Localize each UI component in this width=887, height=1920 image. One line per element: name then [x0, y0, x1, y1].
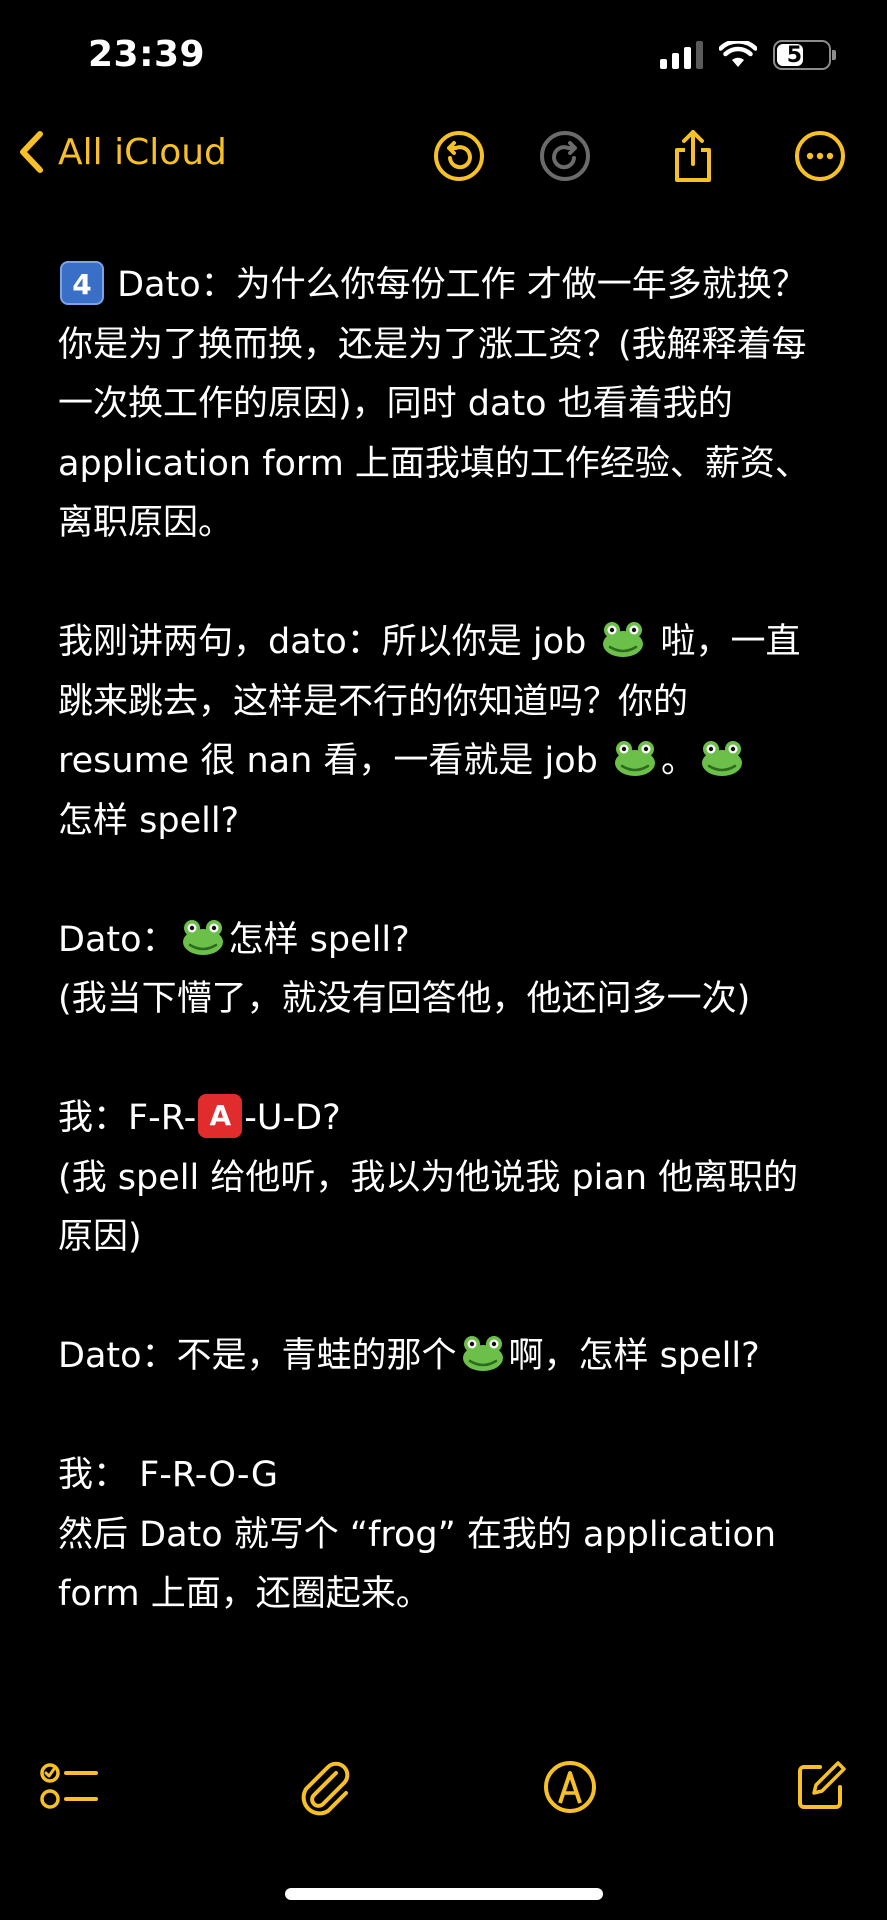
- paragraph-6: 我： F-R-O-G 然后 Dato 就写个 “frog” 在我的 applica…: [58, 1446, 828, 1625]
- battery-icon: 51: [773, 40, 836, 70]
- markup-icon: [544, 1761, 596, 1813]
- markup-button[interactable]: [538, 1755, 602, 1819]
- undo-button[interactable]: [431, 128, 487, 184]
- paragraph-3-part-c: (我当下懵了，就没有回答他，他还问多一次): [58, 979, 751, 1019]
- status-icons: 51: [660, 40, 836, 70]
- redo-icon: [540, 131, 590, 181]
- attachment-button[interactable]: [292, 1755, 356, 1819]
- a-button-icon: A: [198, 1094, 243, 1138]
- paperclip-icon: [301, 1761, 350, 1816]
- battery-level: 51: [786, 42, 818, 68]
- compose-button[interactable]: [788, 1755, 852, 1819]
- paragraph-1: 4 Dato：为什么你每份工作 才做一年多就换？你是为了换而换，还是为了涨工资？…: [58, 256, 828, 554]
- paragraph-2-part-d: 怎样 spell?: [58, 800, 240, 841]
- paragraph-5-part-a: Dato：不是，青蛙的那个: [58, 1336, 457, 1376]
- paragraph-4-part-c: (我 spell 给他听，我以为他说我 pian 他离职的原因): [58, 1157, 799, 1258]
- paragraph-5-part-b: 啊，怎样 spell?: [508, 1336, 760, 1376]
- paragraph-5: Dato：不是，青蛙的那个 啊，怎样 spell?: [58, 1327, 828, 1387]
- paragraph-2: 我刚讲两句，dato：所以你是 job 啦，一直跳来跳去，这样是不行的你知道吗？…: [58, 613, 828, 851]
- status-time: 23:39: [88, 34, 206, 75]
- frog-icon: [702, 741, 743, 776]
- frog-icon: [182, 919, 223, 955]
- back-label: All iCloud: [58, 131, 227, 173]
- paragraph-4-part-a: 我：F-R-: [58, 1098, 197, 1138]
- bottom-toolbar: [0, 1755, 887, 1835]
- nav-bar: All iCloud: [0, 120, 887, 200]
- paragraph-3: Dato： 怎样 spell? (我当下懵了，就没有回答他，他还问多一次): [58, 911, 828, 1030]
- more-button[interactable]: [792, 128, 848, 184]
- paragraph-1-text: Dato：为什么你每份工作 才做一年多就换？你是为了换而换，还是为了涨工资？(我…: [58, 265, 810, 543]
- back-button[interactable]: All iCloud: [18, 130, 227, 174]
- paragraph-6-part-a: 我： F-R-O-G: [58, 1455, 278, 1495]
- paragraph-2-part-a: 我刚讲两句，dato：所以你是 job: [58, 622, 598, 662]
- frog-icon: [603, 622, 644, 657]
- compose-icon: [798, 1761, 846, 1809]
- cellular-signal-icon: [660, 41, 703, 69]
- redo-button[interactable]: [537, 128, 593, 184]
- paragraph-4: 我：F-R- A -U-D? (我 spell 给他听，我以为他说我 pian 他离职…: [58, 1089, 828, 1268]
- note-body[interactable]: 4 Dato：为什么你每份工作 才做一年多就换？你是为了换而换，还是为了涨工资？…: [58, 256, 828, 1625]
- home-indicator[interactable]: [285, 1888, 603, 1900]
- keycap-four-icon: 4: [60, 261, 104, 305]
- status-bar: 23:39 51: [0, 0, 887, 120]
- frog-icon: [615, 741, 655, 776]
- paragraph-3-part-a: Dato：: [58, 919, 177, 960]
- paragraph-4-part-b: -U-D?: [244, 1098, 341, 1138]
- checklist-icon: [40, 1763, 98, 1809]
- share-icon: [675, 130, 711, 182]
- more-icon: [795, 131, 845, 181]
- wifi-icon: [719, 41, 757, 69]
- paragraph-3-part-b: 怎样 spell?: [228, 919, 410, 960]
- paragraph-2-part-c: 。: [661, 741, 697, 781]
- share-button[interactable]: [665, 128, 721, 184]
- chevron-left-icon: [20, 131, 43, 173]
- frog-icon: [462, 1336, 503, 1371]
- undo-icon: [434, 131, 484, 181]
- checklist-button[interactable]: [38, 1755, 102, 1819]
- paragraph-6-part-b: 然后 Dato 就写个 “frog” 在我的 application form …: [58, 1514, 788, 1615]
